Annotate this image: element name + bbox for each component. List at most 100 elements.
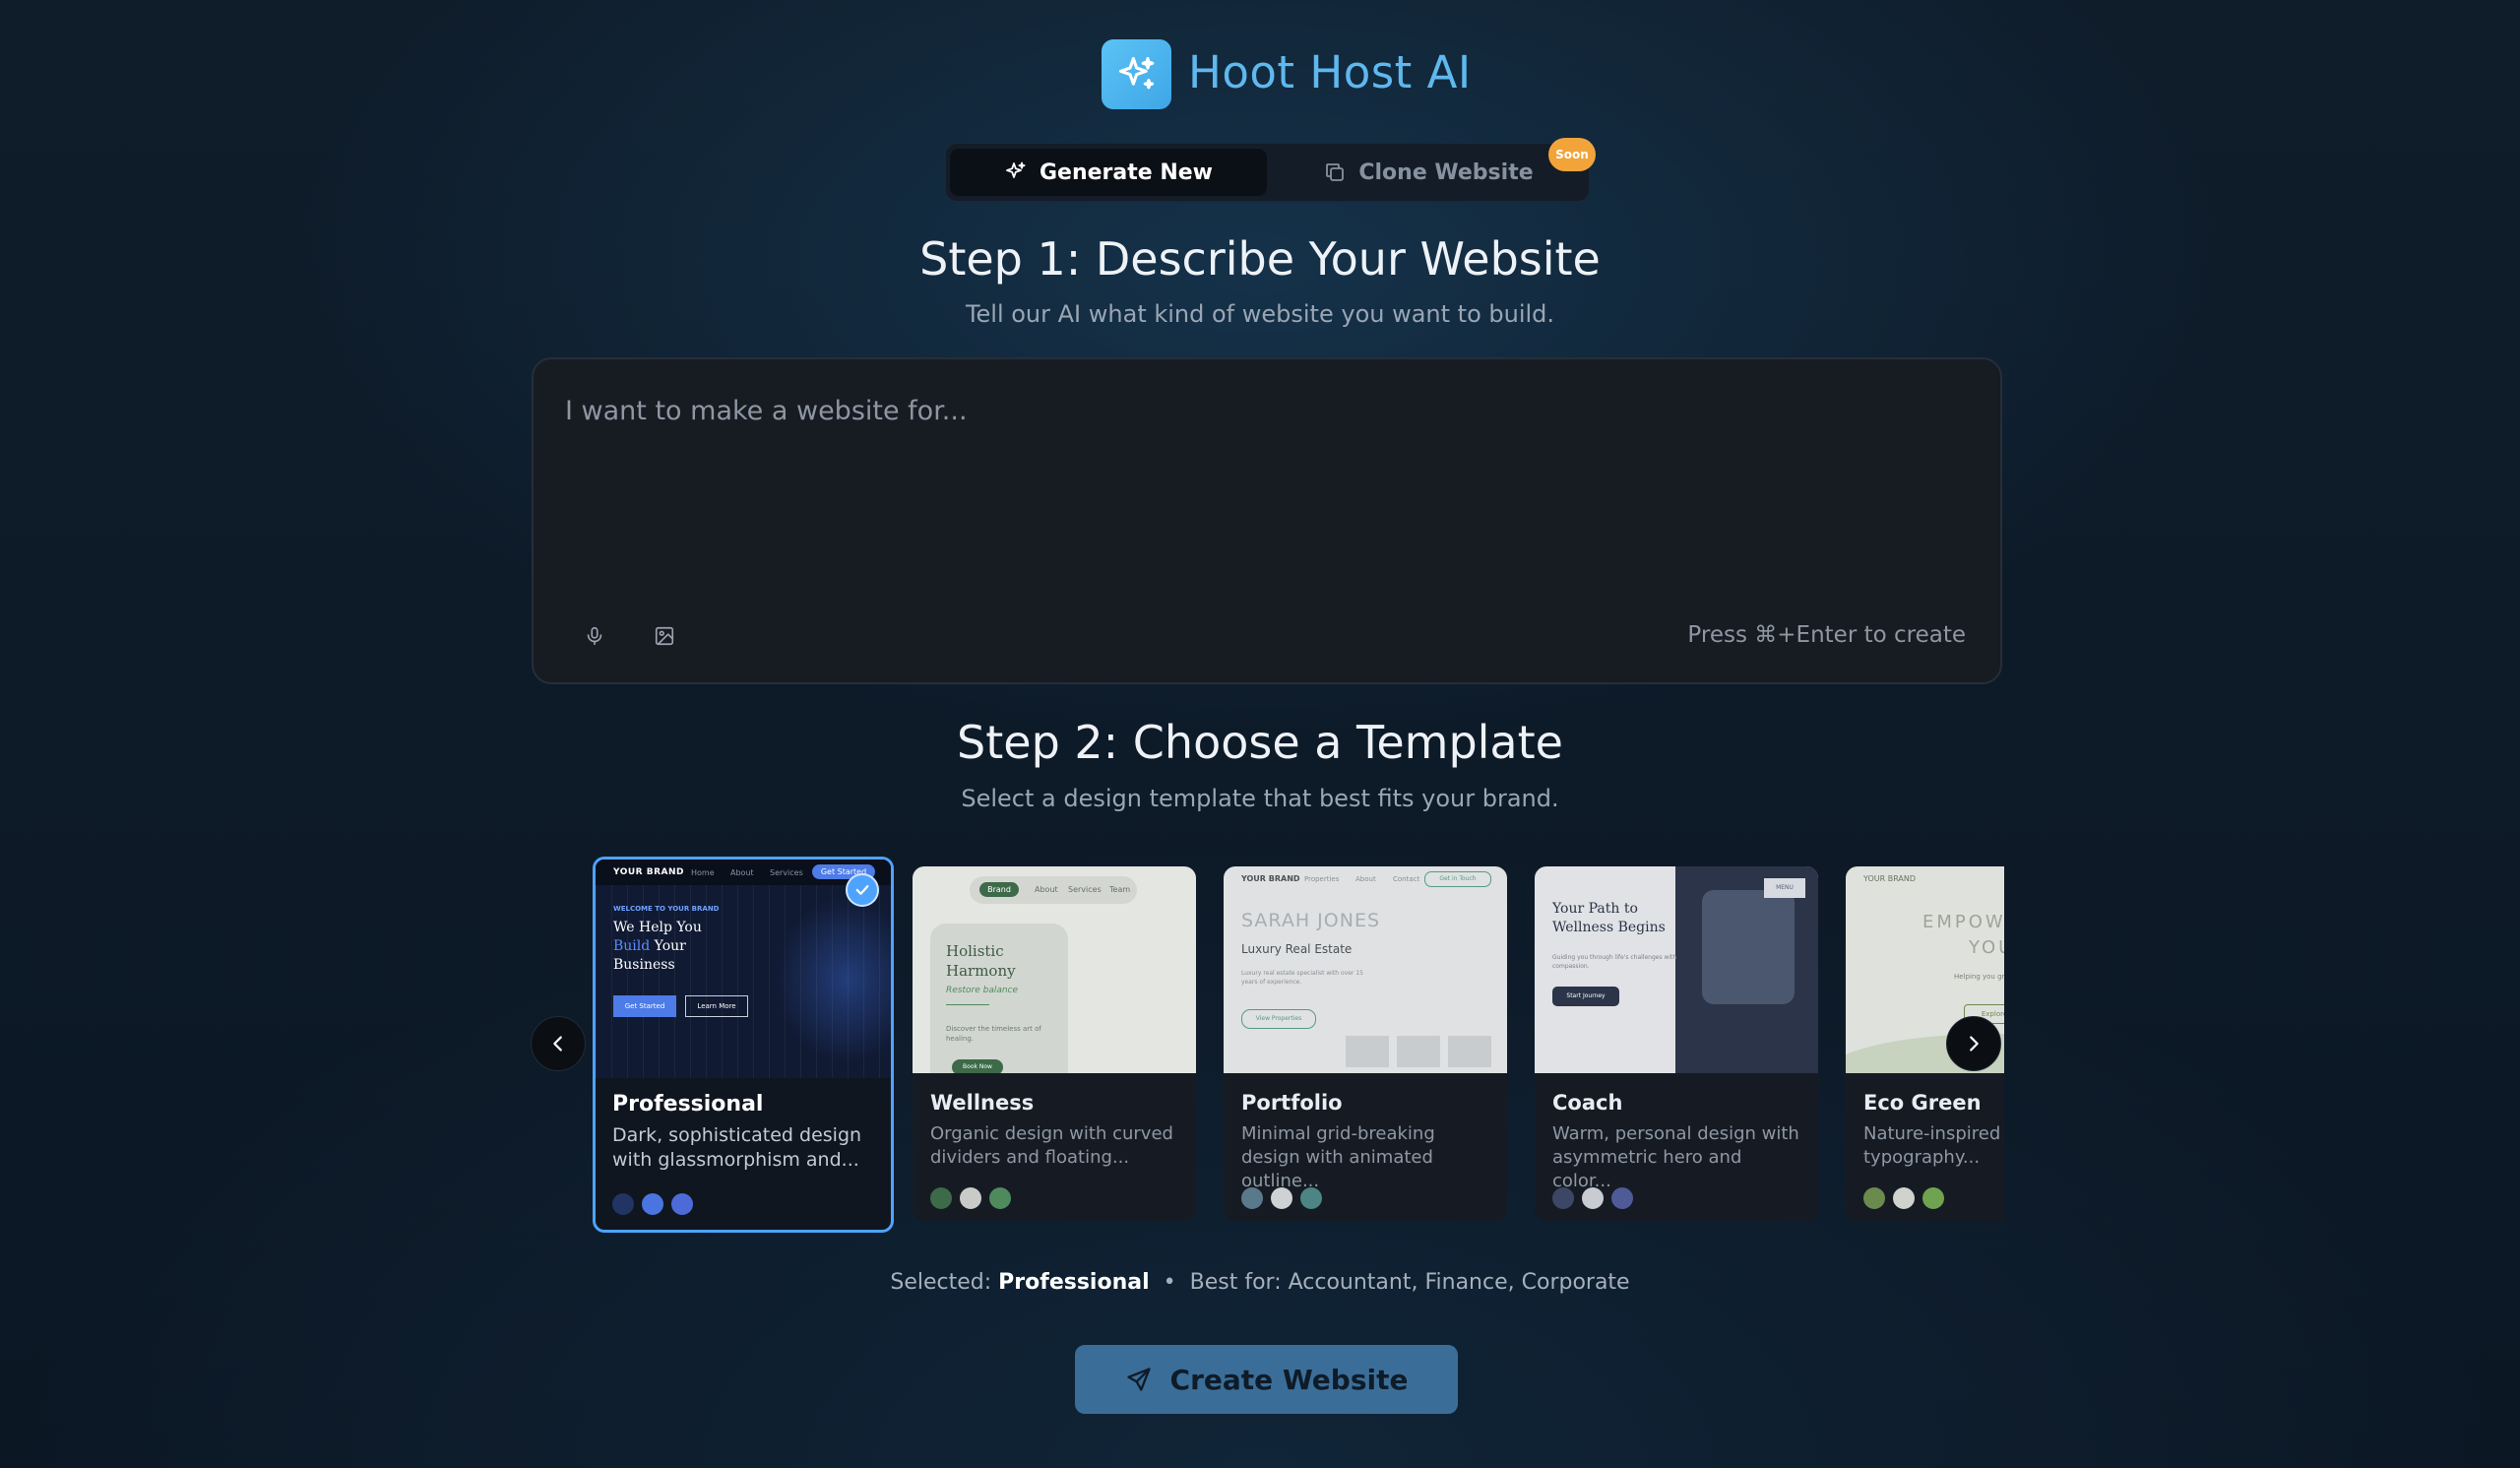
template-carousel: YOUR BRAND Home About Services Get Start… (591, 849, 2004, 1243)
preview-body: Helping you grow and thrive (1954, 973, 2004, 981)
preview-body: Discover the timeless art of healing. (946, 1025, 1041, 1043)
preview-brand: YOUR BRAND (1241, 874, 1300, 883)
preview-title: EMPOWER (1922, 912, 2004, 932)
template-card-portfolio[interactable]: YOUR BRAND Properties About Contact Get … (1224, 866, 1507, 1221)
submit-shortcut-hint: Press ⌘+Enter to create (1687, 622, 1966, 648)
palette-swatch (930, 1187, 952, 1209)
preview-nav-about: About (1355, 875, 1376, 883)
selected-template-info: Selected: Professional • Best for: Accou… (0, 1270, 2520, 1295)
palette-swatch (1552, 1187, 1574, 1209)
tab-clone-label: Clone Website (1358, 160, 1534, 185)
palette-swatch (1611, 1187, 1633, 1209)
step1-subtitle: Tell our AI what kind of website you wan… (965, 300, 1555, 328)
template-card-coach[interactable]: MENU Your Path to Wellness Begins Guidin… (1535, 866, 1818, 1221)
template-palette (930, 1187, 1011, 1209)
step2-title: Step 2: Choose a Template (957, 716, 1563, 769)
template-name: Professional (612, 1092, 764, 1117)
carousel-prev-button[interactable] (531, 1016, 586, 1071)
selected-check-icon (846, 873, 879, 907)
preview-title-2: Wellness Begins (1552, 920, 1666, 935)
preview-cta: Book Now (952, 1059, 1003, 1073)
palette-swatch (1271, 1187, 1292, 1209)
template-description: Nature-inspired with outline typography.… (1863, 1123, 2004, 1168)
preview-role: Luxury Real Estate (1241, 942, 1353, 956)
tab-generate-new[interactable]: Generate New (950, 149, 1267, 196)
selected-template-name: Professional (998, 1270, 1150, 1295)
preview-eyebrow: WELCOME TO YOUR BRAND (613, 905, 720, 913)
preview-title-2: Harmony (946, 962, 1016, 980)
sparkle-icon (1118, 56, 1154, 89)
create-website-label: Create Website (1169, 1363, 1409, 1396)
preview-secondary-button: Learn More (685, 995, 748, 1017)
microphone-icon (587, 626, 602, 646)
microphone-button[interactable] (577, 618, 612, 654)
preview-nav-services: Services (770, 868, 803, 877)
upload-image-button[interactable] (647, 618, 682, 654)
chevron-right-icon (1970, 1036, 1979, 1052)
preview-title-1: Holistic (946, 942, 1004, 960)
palette-swatch (671, 1193, 693, 1215)
create-website-button[interactable]: Create Website (1075, 1345, 1458, 1414)
preview-nav-contact: Contact (1393, 875, 1420, 883)
template-name: Wellness (930, 1091, 1035, 1115)
preview-nav-properties: Properties (1304, 875, 1340, 883)
soon-badge: Soon (1548, 138, 1596, 171)
tab-clone-website[interactable]: Clone Website (1272, 149, 1585, 196)
preview-headline: We Help You Build Your Business (613, 919, 702, 975)
carousel-next-button[interactable] (1946, 1016, 2001, 1071)
image-icon (655, 626, 674, 646)
preview-nav-team: Team (1109, 885, 1131, 894)
template-name: Eco Green (1863, 1091, 1982, 1115)
preview-headline-3: Business (613, 957, 675, 973)
template-name: Portfolio (1241, 1091, 1343, 1115)
preview-brand: YOUR BRAND (1863, 874, 1917, 883)
palette-swatch (1893, 1187, 1915, 1209)
preview-nav-about: About (1035, 885, 1058, 894)
palette-swatch (642, 1193, 663, 1215)
preview-headline-rest: Your (650, 938, 686, 954)
palette-swatch (960, 1187, 981, 1209)
sparkle-icon (1006, 161, 1026, 178)
tab-generate-label: Generate New (1039, 160, 1213, 185)
template-description: Warm, personal design with asymmetric he… (1552, 1123, 1799, 1191)
palette-swatch (1582, 1187, 1604, 1209)
app-title: Hoot Host AI (1188, 46, 1472, 98)
app-logo (1102, 39, 1171, 109)
preview-button: Start Journey (1552, 987, 1619, 1006)
copy-icon (1326, 163, 1345, 181)
template-preview: MENU Your Path to Wellness Begins Guidin… (1535, 866, 1818, 1073)
template-palette (1552, 1187, 1633, 1209)
preview-nav-home: Home (691, 868, 715, 877)
send-icon (1126, 1368, 1151, 1391)
preview-title: Holistic Harmony (946, 941, 1016, 981)
separator: • (1163, 1270, 1176, 1295)
palette-swatch (1300, 1187, 1322, 1209)
preview-menu: MENU (1764, 878, 1805, 898)
preview-primary-button: Get Started (613, 995, 676, 1017)
template-palette (612, 1193, 693, 1215)
preview-title: Your Path to Wellness Begins (1552, 900, 1666, 937)
preview-title-1: Your Path to (1552, 901, 1638, 917)
template-description: Dark, sophisticated design with glassmor… (612, 1124, 862, 1171)
template-name: Coach (1552, 1091, 1623, 1115)
palette-swatch (1241, 1187, 1263, 1209)
preview-body: Guiding you through life's challenges wi… (1552, 954, 1677, 970)
template-card-professional[interactable]: YOUR BRAND Home About Services Get Start… (593, 857, 894, 1233)
preview-headline-2: Build Your (613, 937, 702, 956)
preview-headline-1: We Help You (613, 920, 702, 935)
step1-title: Step 1: Describe Your Website (919, 232, 1601, 286)
template-description: Organic design with curved dividers and … (930, 1123, 1173, 1168)
template-card-wellness[interactable]: Brand About Services Team Holistic Harmo… (913, 866, 1196, 1221)
palette-swatch (1922, 1187, 1944, 1209)
template-preview: Brand About Services Team Holistic Harmo… (913, 866, 1196, 1073)
preview-body: Luxury real estate specialist with over … (1241, 970, 1363, 986)
palette-swatch (989, 1187, 1011, 1209)
preview-brand: YOUR BRAND (613, 867, 684, 877)
step2-subtitle: Select a design template that best fits … (961, 785, 1559, 812)
preview-name: SARAH JONES (1241, 910, 1381, 931)
palette-swatch (612, 1193, 634, 1215)
best-for-text: Best for: Accountant, Finance, Corporate (1189, 1270, 1630, 1295)
preview-nav-brand: Brand (979, 882, 1019, 897)
template-palette (1241, 1187, 1322, 1209)
preview-tag: Restore balance (946, 986, 1019, 995)
